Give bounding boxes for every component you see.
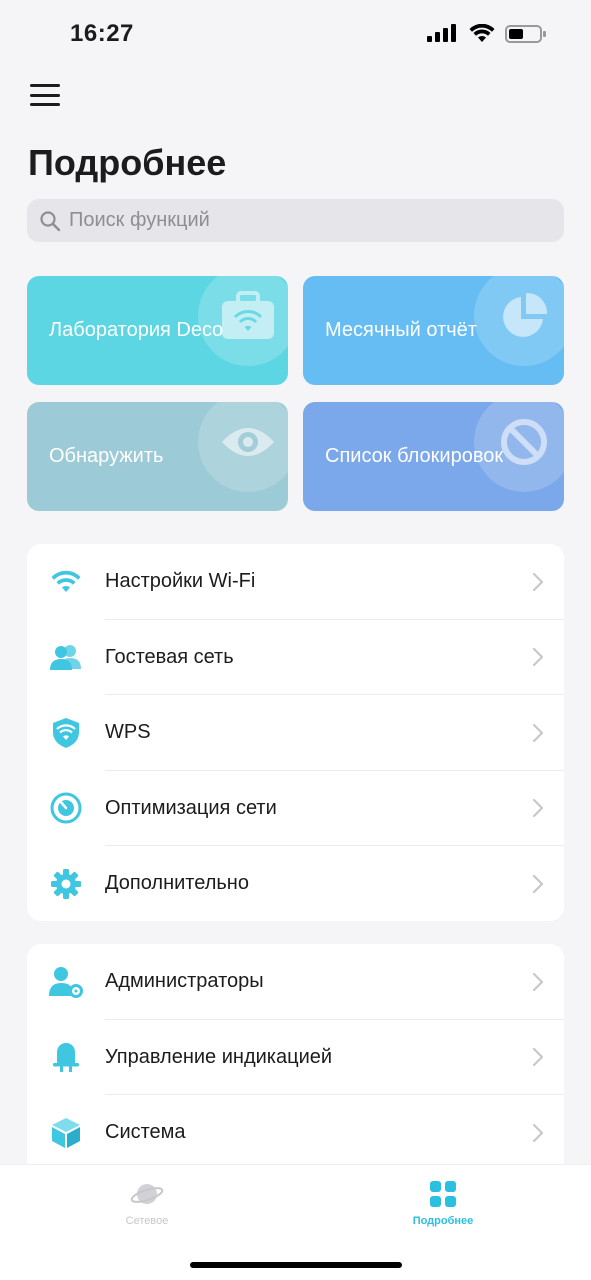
shield-wifi-icon [49,716,83,750]
tile-label: Месячный отчёт [325,319,477,341]
tab-label: Подробнее [412,1215,474,1227]
chevron-right-icon [532,1048,544,1067]
planet-icon [130,1184,164,1204]
wifi-status-icon [469,24,495,42]
status-bar: 16:27 [0,0,591,70]
led-light-icon [49,1040,83,1074]
tile-discover[interactable]: Обнаружить [27,402,288,511]
list-item-label: Администраторы [105,970,264,993]
list-item-network-optimization[interactable]: Оптимизация сети [27,771,564,846]
battery-icon [505,25,546,43]
list-item-label: Система [105,1121,186,1144]
list-item-label: Дополнительно [105,872,249,895]
gauge-icon [49,791,83,825]
chevron-right-icon [532,723,544,742]
eye-icon [198,402,288,492]
menu-line [30,84,60,87]
status-icons [427,24,547,44]
pie-chart-icon [474,276,564,366]
search-input[interactable] [69,209,549,232]
chevron-right-icon [532,1123,544,1142]
tile-label: Обнаружить [49,445,164,467]
list-item-label: WPS [105,721,151,744]
chevron-right-icon [532,874,544,893]
chevron-right-icon [532,972,544,991]
chevron-right-icon [532,572,544,591]
search-bar[interactable] [27,199,564,242]
signal-icon [427,24,456,42]
tile-label: Лаборатория Deco [49,319,224,341]
home-indicator[interactable] [190,1262,402,1268]
tile-block-list[interactable]: Список блокировок [303,402,564,511]
gear-icon [49,867,83,901]
list-item-label: Управление индикацией [105,1045,333,1068]
list-item-guest-network[interactable]: Гостевая сеть [27,620,564,695]
tile-label: Список блокировок [325,445,504,467]
chevron-right-icon [532,648,544,667]
wifi-icon [49,565,83,599]
users-icon [49,640,83,674]
tile-monthly-report[interactable]: Месячный отчёт [303,276,564,385]
list-item-label: Настройки Wi-Fi [105,570,256,593]
tab-more[interactable]: Подробнее [373,1179,513,1227]
admin-user-icon [49,965,83,999]
grid-icon [430,1181,456,1207]
network-settings-card: Настройки Wi-Fi Гостевая сеть WPS Оптими… [27,544,564,921]
menu-button[interactable] [30,82,60,108]
list-item-system[interactable]: Система [27,1095,564,1171]
system-settings-card: Администраторы Управление индикацией Сис… [27,944,564,1184]
chevron-right-icon [532,799,544,818]
list-item-label: Оптимизация сети [105,796,277,819]
list-item-led-control[interactable]: Управление индикацией [27,1020,564,1095]
tile-deco-lab[interactable]: Лаборатория Deco [27,276,288,385]
page-title: Подробнее [28,142,227,183]
list-item-advanced[interactable]: Дополнительно [27,846,564,921]
status-time: 16:27 [70,20,134,47]
list-item-label: Гостевая сеть [105,645,234,668]
search-icon [40,210,61,231]
list-item-administrators[interactable]: Администраторы [27,944,564,1020]
list-item-wps[interactable]: WPS [27,695,564,771]
menu-line [30,93,60,97]
tab-network[interactable]: Сетевое [77,1179,217,1227]
menu-line [30,103,60,106]
list-item-wifi-settings[interactable]: Настройки Wi-Fi [27,544,564,620]
cube-icon [49,1116,83,1150]
tab-label: Сетевое [125,1215,169,1227]
